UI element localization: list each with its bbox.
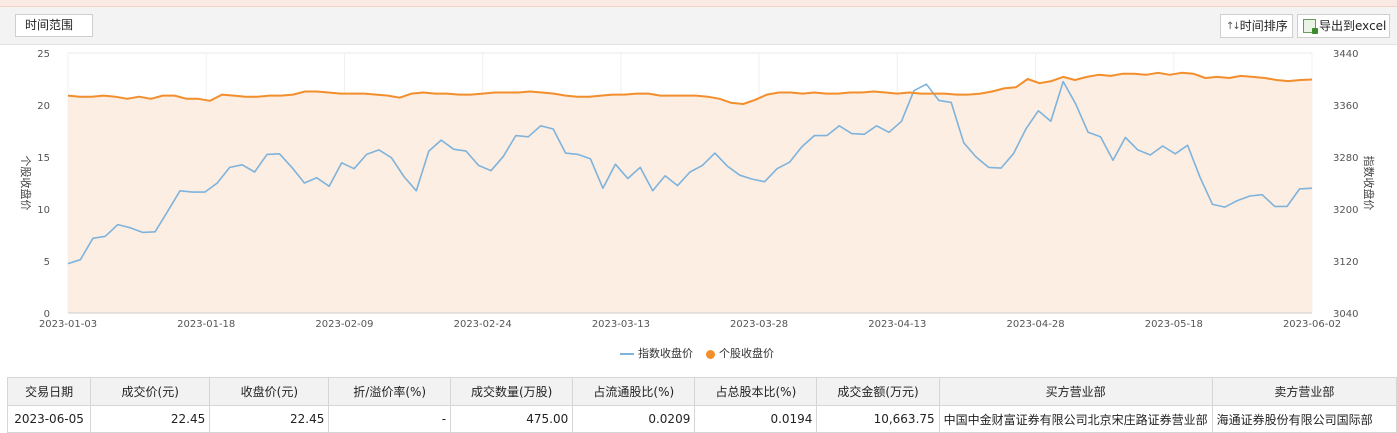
- cell-amount: 10,663.75: [816, 405, 940, 433]
- time-range-button[interactable]: 时间范围: [15, 14, 93, 37]
- cell-seller: 海通证券股份有限公司国际部: [1211, 405, 1397, 433]
- block-trade-table: 交易日期 成交价(元) 收盘价(元) 折/溢价率(%) 成交数量(万股) 占流通…: [6, 377, 1397, 433]
- legend-index-label: 指数收盘价: [638, 347, 693, 360]
- table-row[interactable]: 2023-06-05 22.45 22.45 - 475.00 0.0209 0…: [6, 405, 1397, 433]
- stock-area-fill: [68, 72, 1312, 313]
- y-tick-label-right: 3200: [1333, 205, 1358, 216]
- sort-arrows-icon: ↑↓: [1226, 20, 1241, 32]
- top-accent-bar: [0, 0, 1397, 7]
- cell-deal-price: 22.45: [90, 405, 211, 433]
- y-axis-label-right: 指数收盘价: [1362, 156, 1376, 211]
- y-tick-label-left: 15: [37, 153, 50, 164]
- export-excel-button[interactable]: 导出到excel: [1297, 14, 1390, 38]
- y-tick-label-right: 3120: [1333, 257, 1358, 268]
- x-tick-label: 2023-01-18: [177, 319, 235, 330]
- col-header-volume[interactable]: 成交数量(万股): [450, 377, 574, 406]
- x-tick-label: 2023-04-28: [1006, 319, 1064, 330]
- y-axis-label-left: 个股收盘价: [19, 156, 33, 211]
- y-tick-label-right: 3280: [1333, 153, 1358, 164]
- y-tick-label-left: 20: [37, 101, 50, 112]
- x-tick-label: 2023-03-28: [730, 319, 788, 330]
- toolbar: 时间范围 ↑↓时间排序 导出到excel: [0, 7, 1397, 45]
- cell-volume: 475.00: [450, 405, 574, 433]
- chart-legend: 指数收盘价 个股收盘价: [0, 343, 1397, 363]
- x-tick-label: 2023-02-09: [315, 319, 373, 330]
- x-tick-label: 2023-06-02: [1283, 319, 1341, 330]
- excel-icon: [1303, 18, 1318, 34]
- table-header-row: 交易日期 成交价(元) 收盘价(元) 折/溢价率(%) 成交数量(万股) 占流通…: [6, 377, 1397, 406]
- x-tick-label: 2023-02-24: [454, 319, 512, 330]
- col-header-date[interactable]: 交易日期: [6, 377, 92, 406]
- legend-index-swatch: [620, 353, 634, 355]
- cell-date: 2023-06-05: [6, 405, 92, 433]
- x-tick-label: 2023-05-18: [1145, 319, 1203, 330]
- y-tick-label-left: 5: [44, 257, 50, 268]
- col-header-float-ratio[interactable]: 占流通股比(%): [572, 377, 696, 406]
- col-header-seller[interactable]: 卖方营业部: [1211, 377, 1397, 406]
- col-header-close-price[interactable]: 收盘价(元): [209, 377, 330, 406]
- col-header-total-ratio[interactable]: 占总股本比(%): [694, 377, 818, 406]
- y-tick-label-left: 25: [37, 49, 50, 60]
- col-header-amount[interactable]: 成交金额(万元): [816, 377, 940, 406]
- legend-stock-swatch: [706, 349, 715, 359]
- cell-total-ratio: 0.0194: [694, 405, 818, 433]
- x-tick-label: 2023-03-13: [592, 319, 650, 330]
- cell-float-ratio: 0.0209: [572, 405, 696, 433]
- y-tick-label-right: 3360: [1333, 101, 1358, 112]
- x-tick-label: 2023-01-03: [39, 319, 97, 330]
- x-tick-label: 2023-04-13: [868, 319, 926, 330]
- col-header-buyer[interactable]: 买方营业部: [938, 377, 1213, 406]
- legend-stock-label: 个股收盘价: [719, 347, 774, 360]
- y-tick-label-right: 3440: [1333, 49, 1358, 60]
- legend-index[interactable]: 指数收盘价: [620, 345, 693, 361]
- export-excel-label: 导出到excel: [1319, 19, 1387, 33]
- col-header-deal-price[interactable]: 成交价(元): [90, 377, 211, 406]
- legend-stock[interactable]: 个股收盘价: [706, 345, 774, 361]
- cell-premium-rate: -: [328, 405, 452, 433]
- cell-buyer: 中国中金财富证券有限公司北京宋庄路证券营业部: [938, 405, 1213, 433]
- cell-close-price: 22.45: [209, 405, 330, 433]
- time-sort-label: 时间排序: [1239, 19, 1288, 33]
- y-tick-label-left: 10: [37, 205, 50, 216]
- time-sort-button[interactable]: ↑↓时间排序: [1220, 14, 1293, 38]
- price-chart: 05101520253040312032003280336034402023-0…: [19, 49, 1376, 330]
- col-header-premium-rate[interactable]: 折/溢价率(%): [328, 377, 452, 406]
